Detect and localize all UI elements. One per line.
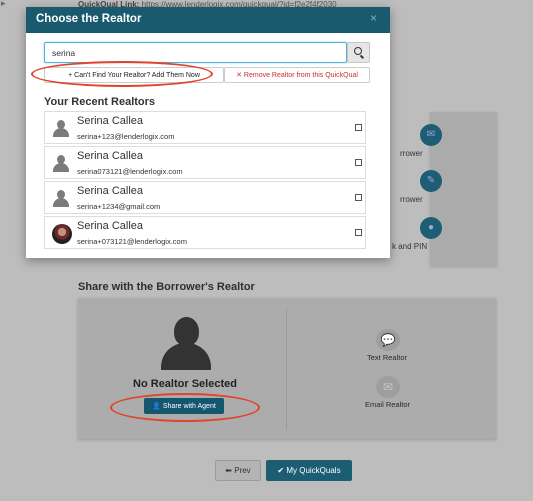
- realtor-name: Serina Callea: [77, 150, 144, 162]
- choose-realtor-modal: Choose the Realtor × + Can't Find Your R…: [26, 7, 390, 258]
- prev-label: Prev: [234, 466, 251, 475]
- user-icon: 👤: [152, 403, 161, 410]
- realtor-email: serina073121@lenderlogix.com: [77, 167, 183, 176]
- user-avatar-icon: [52, 120, 70, 138]
- realtor-name: Serina Callea: [77, 220, 144, 232]
- share-option-label: rrower: [400, 195, 423, 204]
- x-icon: ✕: [236, 72, 242, 79]
- realtor-list-item[interactable]: Serina Callea serina+123@lenderlogix.com: [44, 111, 366, 144]
- realtor-checkbox[interactable]: [355, 159, 362, 166]
- share-realtor-card: No Realtor Selected 👤 Share with Agent 💬…: [78, 298, 496, 439]
- remove-realtor-label: Remove Realtor from this QuickQual: [243, 72, 358, 79]
- realtor-list-item[interactable]: Serina Callea serina+073121@lenderlogix.…: [44, 216, 366, 249]
- realtor-search-input[interactable]: [44, 42, 347, 63]
- recent-realtors-title: Your Recent Realtors: [44, 96, 156, 108]
- realtor-list-item[interactable]: Serina Callea serina+1234@gmail.com: [44, 181, 366, 214]
- realtor-photo-avatar: [52, 224, 72, 244]
- close-icon[interactable]: ×: [370, 11, 377, 25]
- search-icon: [354, 47, 362, 55]
- search-button[interactable]: [347, 42, 370, 63]
- user-avatar-icon: [52, 190, 70, 208]
- share-with-agent-button[interactable]: 👤 Share with Agent: [144, 398, 224, 414]
- text-message-icon: ✎: [420, 170, 442, 192]
- prev-button[interactable]: ⬅ Prev: [215, 460, 261, 481]
- realtor-email: serina+073121@lenderlogix.com: [77, 237, 187, 246]
- text-realtor-label[interactable]: Text Realtor: [367, 353, 407, 362]
- realtor-checkbox[interactable]: [355, 124, 362, 131]
- modal-header: Choose the Realtor ×: [26, 7, 390, 33]
- realtor-email: serina+1234@gmail.com: [77, 202, 161, 211]
- my-quickquals-button[interactable]: ✔ My QuickQuals: [266, 460, 352, 481]
- realtor-name: Serina Callea: [77, 185, 144, 197]
- no-realtor-text: No Realtor Selected: [133, 378, 237, 390]
- email-realtor-icon[interactable]: ✉: [376, 376, 400, 398]
- realtor-list-item[interactable]: Serina Callea serina073121@lenderlogix.c…: [44, 146, 366, 179]
- lock-icon: ●: [420, 217, 442, 239]
- email-realtor-label[interactable]: Email Realtor: [365, 400, 410, 409]
- text-realtor-icon[interactable]: 💬: [376, 329, 400, 351]
- realtor-checkbox[interactable]: [355, 194, 362, 201]
- share-borrower-card: ✉ rrower ✎ rrower ● k and PIN: [392, 112, 497, 266]
- check-circle-icon: ✔: [277, 466, 285, 475]
- realtor-email: serina+123@lenderlogix.com: [77, 132, 175, 141]
- my-quickquals-label: My QuickQuals: [286, 466, 341, 475]
- back-arrow-icon: ▸: [1, 0, 6, 8]
- email-icon: ✉: [420, 124, 442, 146]
- remove-realtor-button[interactable]: ✕ Remove Realtor from this QuickQual: [224, 67, 370, 83]
- add-realtor-button[interactable]: + Can't Find Your Realtor? Add Them Now: [44, 67, 224, 83]
- share-option-label: rrower: [400, 149, 423, 158]
- modal-title: Choose the Realtor: [36, 13, 142, 25]
- person-head-icon: [174, 317, 199, 346]
- realtor-name: Serina Callea: [77, 115, 144, 127]
- share-realtor-title: Share with the Borrower's Realtor: [78, 281, 255, 293]
- add-realtor-label: Can't Find Your Realtor? Add Them Now: [74, 71, 200, 79]
- vertical-divider: [286, 308, 287, 430]
- arrow-left-icon: ⬅: [225, 466, 232, 475]
- share-option-label: k and PIN: [392, 242, 428, 251]
- plus-icon: +: [68, 71, 73, 79]
- realtor-checkbox[interactable]: [355, 229, 362, 236]
- share-with-agent-label: Share with Agent: [162, 403, 216, 410]
- user-avatar-icon: [52, 155, 70, 173]
- person-body-icon: [161, 343, 211, 370]
